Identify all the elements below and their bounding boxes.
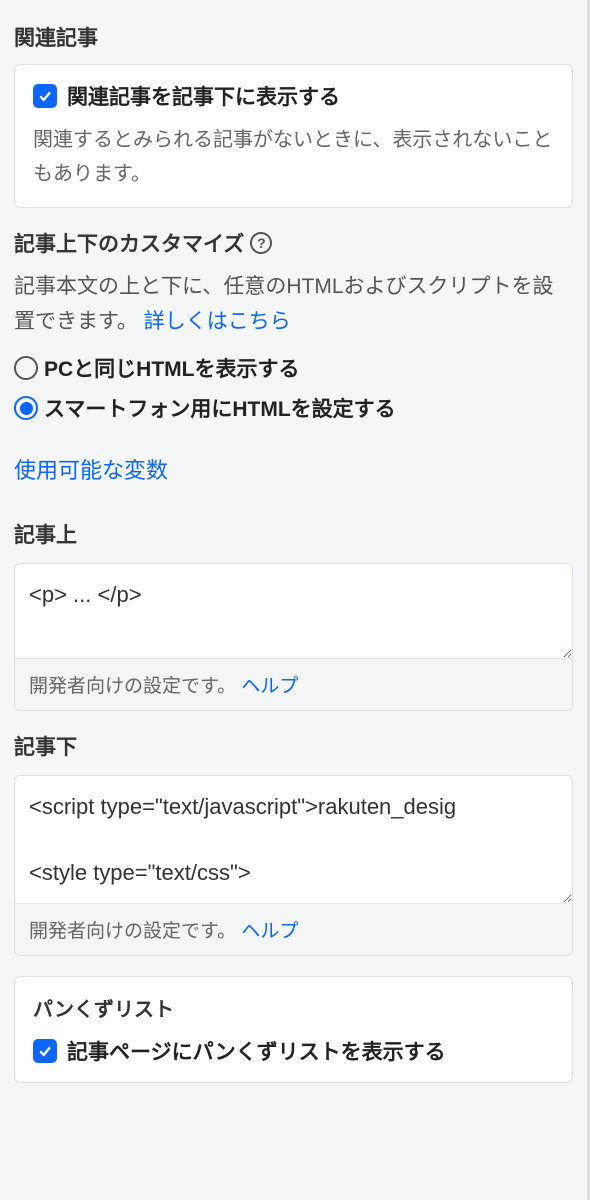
help-icon[interactable]: ?: [250, 232, 272, 254]
related-card: 関連記事を記事下に表示する 関連するとみられる記事がないときに、表示されないこと…: [14, 64, 573, 208]
radio-smartphone[interactable]: [14, 396, 38, 420]
related-checkbox-label: 関連記事を記事下に表示する: [67, 81, 340, 111]
heading-below: 記事下: [14, 731, 573, 761]
below-textarea[interactable]: [15, 776, 572, 903]
above-footer: 開発者向けの設定です。 ヘルプ: [15, 658, 572, 710]
breadcrumb-heading: パンくずリスト: [33, 993, 554, 1022]
customize-title-text: 記事上下のカスタマイズ: [14, 228, 244, 258]
details-link[interactable]: 詳しくはこちら: [144, 310, 291, 333]
below-textarea-wrap: 開発者向けの設定です。 ヘルプ: [14, 775, 573, 956]
above-textarea-wrap: 開発者向けの設定です。 ヘルプ: [14, 563, 573, 711]
above-help-link[interactable]: ヘルプ: [241, 676, 298, 697]
html-mode-radio-group: PCと同じHTMLを表示する スマートフォン用にHTMLを設定する: [14, 353, 573, 423]
heading-above: 記事上: [14, 519, 573, 549]
check-icon: [37, 88, 53, 104]
check-icon: [37, 1043, 53, 1059]
related-description: 関連するとみられる記事がないときに、表示されないこともあります。: [33, 123, 554, 191]
radio-pc-same[interactable]: [14, 356, 38, 380]
radio-pc-same-label: PCと同じHTMLを表示する: [44, 353, 300, 383]
section-title-related: 関連記事: [14, 22, 573, 52]
above-textarea[interactable]: [15, 564, 572, 658]
below-help-link[interactable]: ヘルプ: [241, 921, 298, 942]
above-footer-text: 開発者向けの設定です。: [29, 676, 236, 697]
below-footer: 開発者向けの設定です。 ヘルプ: [15, 903, 572, 955]
breadcrumb-card: パンくずリスト 記事ページにパンくずリストを表示する: [14, 976, 573, 1083]
breadcrumb-checkbox-label: 記事ページにパンくずリストを表示する: [67, 1036, 446, 1066]
section-title-customize: 記事上下のカスタマイズ ?: [14, 228, 573, 258]
customize-description: 記事本文の上と下に、任意のHTMLおよびスクリプトを設置できます。 詳しくはこち…: [14, 270, 573, 339]
related-checkbox[interactable]: [33, 84, 57, 108]
radio-smartphone-label: スマートフォン用にHTMLを設定する: [44, 393, 396, 423]
breadcrumb-checkbox[interactable]: [33, 1039, 57, 1063]
below-footer-text: 開発者向けの設定です。: [29, 921, 236, 942]
available-variables-link[interactable]: 使用可能な変数: [14, 453, 168, 485]
